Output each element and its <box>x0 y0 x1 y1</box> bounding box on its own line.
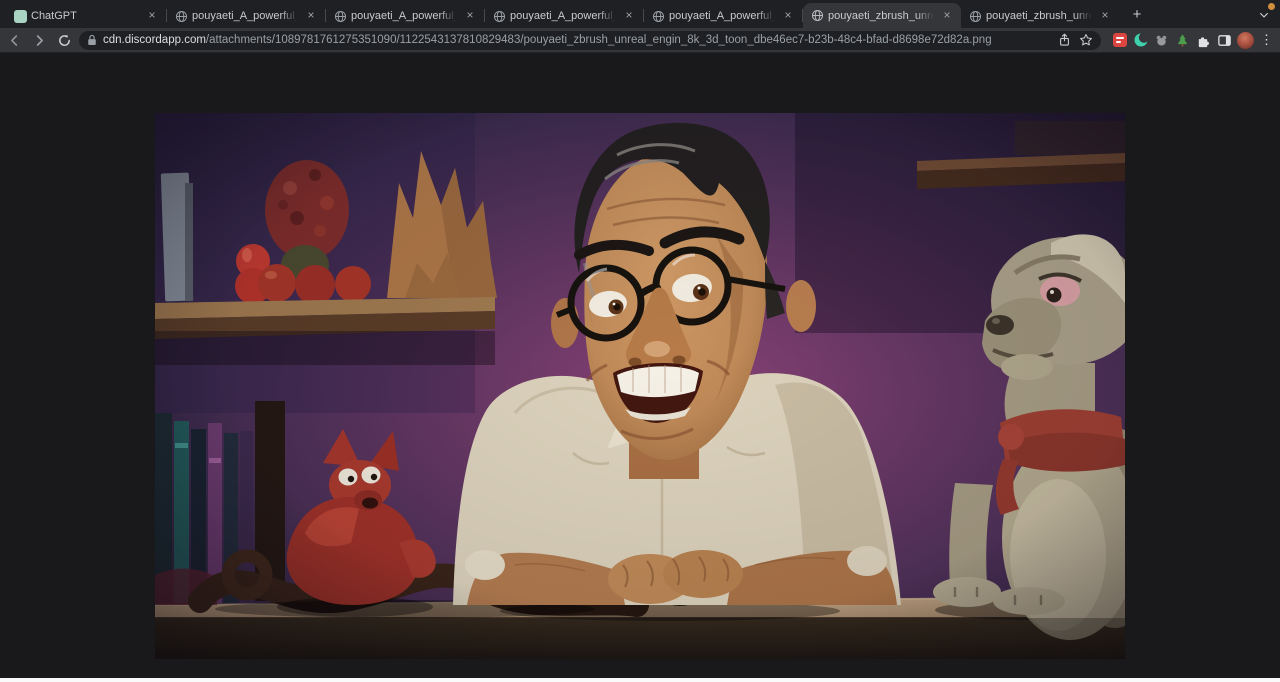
tab-label: pouyaeti_A_powerful_modern <box>669 10 777 22</box>
page-content <box>0 54 1280 678</box>
toon-scene <box>155 113 1125 659</box>
tab-close-icon[interactable]: × <box>1098 9 1112 23</box>
bookmark-star-icon[interactable] <box>1079 33 1093 47</box>
globe-favicon <box>174 9 188 23</box>
tab-close-icon[interactable]: × <box>781 9 795 23</box>
tab-close-icon[interactable]: × <box>145 9 159 23</box>
tab-search-chevron-icon[interactable] <box>1258 8 1270 26</box>
tab-label: pouyaeti_zbrush_unreal_engin <box>828 10 936 22</box>
tab-powerful-modern-4[interactable]: pouyaeti_A_powerful_modern × <box>644 4 802 28</box>
forward-button[interactable] <box>28 29 50 51</box>
globe-favicon <box>810 9 824 23</box>
menu-dots-icon[interactable]: ⋮ <box>1256 30 1277 51</box>
tab-zbrush-unreal-active[interactable]: pouyaeti_zbrush_unreal_engin × <box>803 3 961 28</box>
tab-close-icon[interactable]: × <box>304 9 318 23</box>
tab-close-icon[interactable]: × <box>622 9 636 23</box>
profile-avatar[interactable] <box>1235 30 1256 51</box>
address-bar[interactable]: cdn.discordapp.com/attachments/108978176… <box>79 31 1101 50</box>
browser-window: ChatGPT × pouyaeti_A_powerful_modern × p… <box>0 0 1280 682</box>
tab-powerful-modern-2[interactable]: pouyaeti_A_powerful_modern × <box>326 4 484 28</box>
new-tab-button[interactable]: + <box>1125 3 1149 27</box>
dark-reader-moon-icon[interactable] <box>1130 30 1151 51</box>
tab-chatgpt[interactable]: ChatGPT × <box>6 4 166 28</box>
globe-favicon <box>333 9 347 23</box>
tab-powerful-modern-3[interactable]: pouyaeti_A_powerful_modern × <box>485 4 643 28</box>
tab-strip: ChatGPT × pouyaeti_A_powerful_modern × p… <box>0 0 1280 28</box>
tab-label: pouyaeti_zbrush_unreal_engin <box>986 10 1094 22</box>
share-icon[interactable] <box>1058 33 1071 47</box>
tree-extension-icon[interactable] <box>1172 30 1193 51</box>
globe-favicon <box>651 9 665 23</box>
globe-favicon <box>968 9 982 23</box>
url-text[interactable]: cdn.discordapp.com/attachments/108978176… <box>103 34 1050 46</box>
discord-attachment-image[interactable] <box>155 113 1125 659</box>
tab-label: ChatGPT <box>31 10 141 22</box>
tab-label: pouyaeti_A_powerful_modern <box>351 10 459 22</box>
tab-close-icon[interactable]: × <box>940 9 954 23</box>
update-indicator-dot <box>1268 3 1275 10</box>
browser-toolbar: cdn.discordapp.com/attachments/108978176… <box>0 28 1280 53</box>
mouse-extension-icon[interactable] <box>1151 30 1172 51</box>
back-button[interactable] <box>3 29 25 51</box>
tab-close-icon[interactable]: × <box>463 9 477 23</box>
tab-label: pouyaeti_A_powerful_modern <box>510 10 618 22</box>
tab-zbrush-unreal-2[interactable]: pouyaeti_zbrush_unreal_engin × <box>961 4 1119 28</box>
chatgpt-favicon <box>13 9 27 23</box>
lock-icon <box>87 34 97 46</box>
globe-favicon <box>492 9 506 23</box>
bottom-edge-strip <box>0 678 1280 682</box>
tab-powerful-modern-1[interactable]: pouyaeti_A_powerful_modern × <box>167 4 325 28</box>
reload-button[interactable] <box>53 29 75 51</box>
extensions-area: ⋮ <box>1109 30 1277 51</box>
tab-label: pouyaeti_A_powerful_modern <box>192 10 300 22</box>
vignette <box>155 113 1125 659</box>
password-extension-icon[interactable] <box>1109 30 1130 51</box>
extensions-puzzle-icon[interactable] <box>1193 30 1214 51</box>
side-panel-icon[interactable] <box>1214 30 1235 51</box>
